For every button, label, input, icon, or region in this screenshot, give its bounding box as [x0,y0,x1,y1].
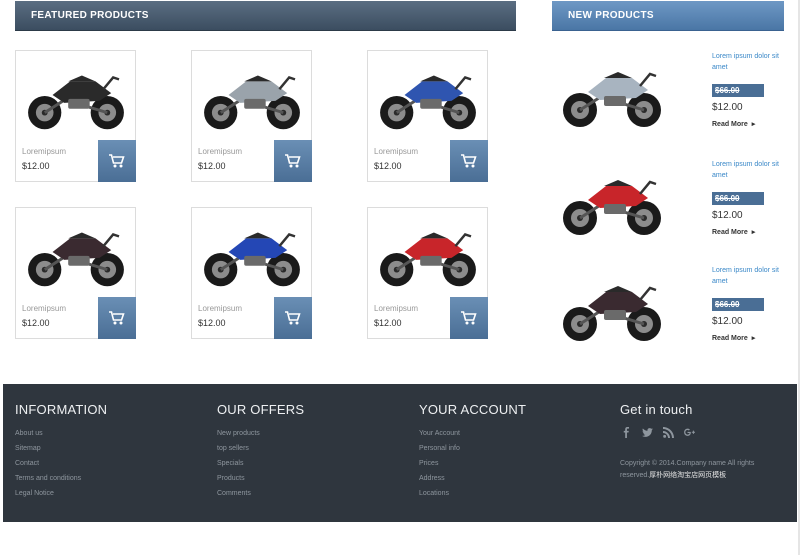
footer-link-locations[interactable]: Locations [419,486,526,501]
new-product-image[interactable] [552,262,672,352]
footer-offers: OUR OFFERS New products top sellers Spec… [217,402,304,501]
new-product-title[interactable]: Lorem ipsum dolor sit amet [712,265,784,287]
product-price: $12.00 [374,318,402,328]
shopping-cart-icon [285,154,301,168]
read-more-label: Read More [712,121,748,128]
read-more-link[interactable]: Read More ▸ [712,228,755,236]
footer: INFORMATION About us Sitemap Contact Ter… [3,384,797,522]
add-to-cart-button[interactable] [274,297,312,339]
new-product-image[interactable] [552,156,672,246]
product-card[interactable]: Loremipsum $12.00 [367,207,488,339]
shopping-cart-icon [461,311,477,325]
product-card[interactable]: Loremipsum $12.00 [191,50,312,182]
product-name: Loremipsum [22,147,67,156]
footer-link-sitemap[interactable]: Sitemap [15,441,107,456]
footer-link-specials[interactable]: Specials [217,456,304,471]
rss-icon[interactable] [662,426,674,438]
footer-link-top-sellers[interactable]: top sellers [217,441,304,456]
new-product-image[interactable] [552,48,672,138]
add-to-cart-button[interactable] [450,297,488,339]
google-plus-icon[interactable] [683,426,695,438]
footer-account: YOUR ACCOUNT Your Account Personal info … [419,402,526,501]
copyright-link[interactable]: 厚朴网络淘宝店网页模板 [649,472,726,479]
new-product-title[interactable]: Lorem ipsum dolor sit amet [712,51,784,73]
footer-link-about[interactable]: About us [15,426,107,441]
add-to-cart-button[interactable] [98,297,136,339]
product-image[interactable] [17,52,135,140]
product-name: Loremipsum [22,304,67,313]
product-card[interactable]: Loremipsum $12.00 [15,207,136,339]
old-price: $66.00 [712,84,764,97]
product-price: $12.00 [22,161,50,171]
read-more-link[interactable]: Read More ▸ [712,120,755,128]
new-product-item: Lorem ipsum dolor sit amet $66.00 $12.00 Re… [552,156,784,256]
read-more-label: Read More [712,335,748,342]
product-name: Loremipsum [374,304,419,313]
new-product-price: $12.00 [712,210,743,221]
shopping-cart-icon [109,311,125,325]
shopping-cart-icon [285,311,301,325]
add-to-cart-button[interactable] [274,140,312,182]
add-to-cart-button[interactable] [450,140,488,182]
new-product-price: $12.00 [712,102,743,113]
new-product-price: $12.00 [712,316,743,327]
old-price: $66.00 [712,298,764,311]
footer-heading-information: INFORMATION [15,402,108,417]
add-to-cart-button[interactable] [98,140,136,182]
footer-link-your-account[interactable]: Your Account [419,426,526,441]
featured-products-heading: FEATURED PRODUCTS [15,1,516,31]
read-more-label: Read More [712,229,748,236]
footer-link-products[interactable]: Products [217,471,304,486]
footer-information: INFORMATION About us Sitemap Contact Ter… [15,402,107,501]
chevron-right-icon: ▸ [751,335,756,342]
new-product-title[interactable]: Lorem ipsum dolor sit amet [712,159,784,181]
new-product-item: Lorem ipsum dolor sit amet $66.00 $12.00 Re… [552,48,784,148]
chevron-right-icon: ▸ [751,121,756,128]
product-card[interactable]: Loremipsum $12.00 [15,50,136,182]
read-more-link[interactable]: Read More ▸ [712,334,755,342]
old-price: $66.00 [712,192,764,205]
footer-link-personal-info[interactable]: Personal info [419,441,526,456]
shopping-cart-icon [461,154,477,168]
chevron-right-icon: ▸ [751,229,756,236]
footer-link-contact[interactable]: Contact [15,456,107,471]
product-image[interactable] [17,209,135,297]
footer-contact: Get in touch Copyright © 2014.Company na… [620,402,780,482]
social-links [620,426,780,438]
footer-link-terms[interactable]: Terms and conditions [15,471,107,486]
product-image[interactable] [193,209,311,297]
product-image[interactable] [369,52,487,140]
product-price: $12.00 [22,318,50,328]
footer-heading-offers: OUR OFFERS [217,402,305,417]
product-card[interactable]: Loremipsum $12.00 [367,50,488,182]
product-name: Loremipsum [374,147,419,156]
footer-heading-contact: Get in touch [620,402,693,417]
footer-link-new-products[interactable]: New products [217,426,304,441]
product-card[interactable]: Loremipsum $12.00 [191,207,312,339]
footer-link-prices[interactable]: Prices [419,456,526,471]
footer-heading-account: YOUR ACCOUNT [419,402,527,417]
page: FEATURED PRODUCTS NEW PRODUCTS Loremipsu… [0,0,800,555]
product-price: $12.00 [198,161,226,171]
product-image[interactable] [193,52,311,140]
new-product-item: Lorem ipsum dolor sit amet $66.00 $12.00 Re… [552,262,784,362]
shopping-cart-icon [109,154,125,168]
copyright-text: Copyright © 2014.Company name All rights… [620,458,780,482]
footer-link-legal[interactable]: Legal Notice [15,486,107,501]
product-price: $12.00 [198,318,226,328]
product-name: Loremipsum [198,304,243,313]
product-image[interactable] [369,209,487,297]
footer-link-comments[interactable]: Comments [217,486,304,501]
footer-link-address[interactable]: Address [419,471,526,486]
product-price: $12.00 [374,161,402,171]
new-products-heading: NEW PRODUCTS [552,1,784,31]
twitter-icon[interactable] [641,426,653,438]
facebook-icon[interactable] [620,426,632,438]
product-name: Loremipsum [198,147,243,156]
